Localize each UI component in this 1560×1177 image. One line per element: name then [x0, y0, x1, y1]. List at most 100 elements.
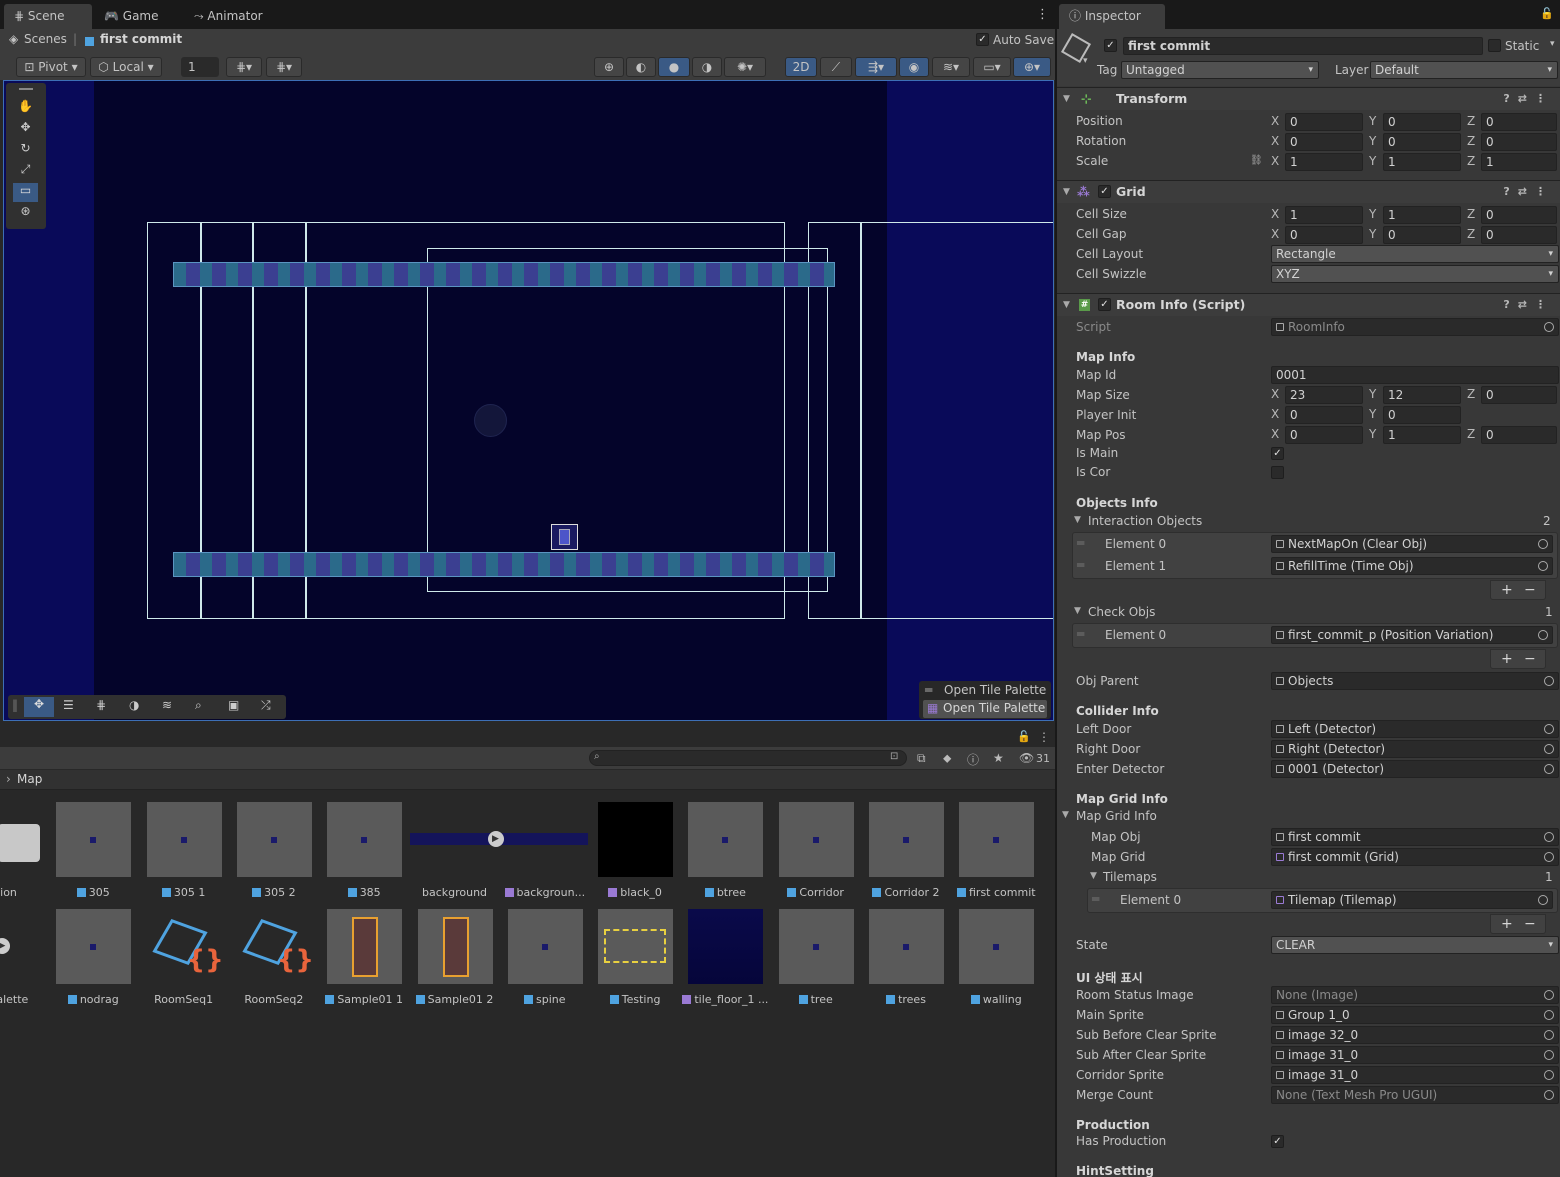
player-spawn-marker[interactable]: [474, 404, 507, 437]
room-info-header[interactable]: ▼ # ✓ Room Info (Script) ?⇄⋮: [1057, 293, 1560, 316]
object-picker-icon[interactable]: [1544, 1070, 1554, 1080]
foldout-arrow-icon[interactable]: ▼: [1090, 871, 1097, 881]
asset-item[interactable]: tile_floor_1 ...: [680, 909, 770, 1009]
object-picker-icon[interactable]: [1544, 1090, 1554, 1100]
lighting-icon[interactable]: ◑: [129, 698, 139, 712]
asset-item[interactable]: 305 2: [229, 802, 319, 902]
object-name-field[interactable]: first commit: [1123, 37, 1483, 55]
cell-size-y-field[interactable]: 1: [1383, 206, 1461, 224]
object-picker-icon[interactable]: [1544, 1050, 1554, 1060]
cell-gap-x-field[interactable]: 0: [1285, 226, 1363, 244]
cell-size-y-axis-label[interactable]: Y: [1369, 207, 1376, 221]
drag-handle-icon[interactable]: ═: [1077, 558, 1084, 572]
map-size-z-axis-label[interactable]: Z: [1467, 387, 1475, 401]
rotation-z-field[interactable]: 0: [1481, 133, 1557, 151]
object-picker-icon[interactable]: [1538, 895, 1548, 905]
asset-item[interactable]: Testing: [590, 909, 680, 1009]
object-picker-icon[interactable]: [1544, 1030, 1554, 1040]
object-picker-icon[interactable]: [1544, 1010, 1554, 1020]
component-menu-icons[interactable]: ?⇄⋮: [1503, 181, 1554, 203]
add-element-button[interactable]: +: [1501, 650, 1513, 668]
map-pos-z-axis-label[interactable]: Z: [1467, 427, 1475, 441]
map-size-x-axis-label[interactable]: X: [1271, 387, 1279, 401]
component-menu-icons[interactable]: ?⇄⋮: [1503, 294, 1554, 316]
map-pos-z-field[interactable]: 0: [1481, 426, 1557, 444]
search-overlay-icon[interactable]: ⌕: [195, 698, 202, 713]
tilemaps-element-0-field[interactable]: Tilemap (Tilemap): [1271, 891, 1553, 909]
scene-viewport[interactable]: ✋ ✥ ↻ ⤢ ▭ ⊛ ‖ ✥ ☰ ⋕ ◑ ≋ ⌕ ▣ ⤮ ═ Open Til…: [3, 80, 1054, 721]
asset-item[interactable]: btree: [680, 802, 770, 902]
rotation-x-field[interactable]: 0: [1285, 133, 1363, 151]
asset-item[interactable]: {} RoomSeq2: [229, 909, 319, 1009]
unlit-icon[interactable]: ◑: [692, 57, 722, 77]
cell-gap-x-axis-label[interactable]: X: [1271, 227, 1279, 241]
scale-y-field[interactable]: 1: [1383, 153, 1461, 171]
lock-icon[interactable]: 🔓: [1017, 730, 1031, 743]
player-init-x-axis-label[interactable]: X: [1271, 407, 1279, 421]
grid-enabled-checkbox[interactable]: ✓: [1098, 185, 1111, 198]
object-picker-icon[interactable]: [1544, 764, 1554, 774]
cell-gap-z-axis-label[interactable]: Z: [1467, 227, 1475, 241]
map-grid-info-foldout[interactable]: Map Grid Info: [1076, 809, 1157, 823]
map-pos-x-axis-label[interactable]: X: [1271, 427, 1279, 441]
hand-tool-icon[interactable]: ✋: [13, 99, 38, 118]
tag-dropdown[interactable]: Untagged ▾: [1121, 61, 1319, 79]
active-checkbox[interactable]: ✓: [1104, 39, 1117, 52]
static-checkbox[interactable]: [1488, 39, 1501, 52]
merge-count-field[interactable]: None (Text Mesh Pro UGUI): [1271, 1086, 1559, 1104]
add-element-button[interactable]: +: [1501, 915, 1513, 933]
palette-grip[interactable]: [19, 88, 33, 90]
cell-layout-dropdown[interactable]: Rectangle ▾: [1271, 245, 1559, 263]
grid-snap-input[interactable]: 1: [181, 57, 219, 77]
enter-detector-field[interactable]: 0001 (Detector): [1271, 760, 1559, 778]
room-info-enabled-checkbox[interactable]: ✓: [1098, 298, 1111, 311]
scale-x-axis-label[interactable]: X: [1271, 154, 1279, 168]
grid-visibility-icon[interactable]: ⋕▾: [266, 57, 302, 77]
tilemaps-label[interactable]: Tilemaps: [1103, 870, 1157, 884]
map-pos-x-field[interactable]: 0: [1285, 426, 1363, 444]
position-y-axis-label[interactable]: Y: [1369, 114, 1376, 128]
asset-item[interactable]: 385: [319, 802, 409, 902]
left-door-field[interactable]: Left (Detector): [1271, 720, 1559, 738]
shaded-icon[interactable]: ●: [658, 57, 690, 77]
cell-gap-y-axis-label[interactable]: Y: [1369, 227, 1376, 241]
asset-item[interactable]: spine: [500, 909, 590, 1009]
scale-x-field[interactable]: 1: [1285, 153, 1363, 171]
check-objs-label[interactable]: Check Objs: [1088, 605, 1155, 619]
layers-icon[interactable]: ≋▾: [932, 57, 970, 77]
object-picker-icon[interactable]: [1544, 990, 1554, 1000]
component-menu-icons[interactable]: ?⇄⋮: [1503, 88, 1554, 110]
visibility-eye-icon[interactable]: ◉: [899, 57, 929, 77]
camera-overlay-icon[interactable]: ▣: [228, 698, 239, 712]
object-picker-icon[interactable]: [1538, 539, 1548, 549]
asset-item[interactable]: Corridor: [771, 802, 861, 902]
add-element-button[interactable]: +: [1501, 581, 1513, 599]
rotation-y-axis-label[interactable]: Y: [1369, 134, 1376, 148]
asset-item[interactable]: black_0: [590, 802, 680, 902]
foldout-arrow-icon[interactable]: ▼: [1062, 810, 1069, 820]
cell-size-x-axis-label[interactable]: X: [1271, 207, 1279, 221]
map-obj-field[interactable]: first commit: [1271, 828, 1559, 846]
scale-y-axis-label[interactable]: Y: [1369, 154, 1376, 168]
object-picker-icon[interactable]: [1544, 832, 1554, 842]
cell-gap-y-field[interactable]: 0: [1383, 226, 1461, 244]
pivot-dropdown[interactable]: ⊡ Pivot ▾: [16, 57, 86, 77]
scale-z-field[interactable]: 1: [1481, 153, 1557, 171]
map-pos-y-field[interactable]: 1: [1383, 426, 1461, 444]
transform-tool-icon[interactable]: ⊛: [13, 204, 38, 223]
drag-handle-icon[interactable]: ═: [1077, 627, 1084, 641]
2d-toggle[interactable]: 2D: [785, 57, 817, 77]
remove-element-button[interactable]: −: [1524, 650, 1536, 668]
shaded-wire-icon[interactable]: ◐: [626, 57, 656, 77]
tab-scene[interactable]: ⋕ Scene: [4, 4, 92, 29]
main-sprite-field[interactable]: Group 1_0: [1271, 1006, 1559, 1024]
layers-overlay-icon[interactable]: ≋: [162, 698, 172, 712]
breadcrumb-map[interactable]: Map: [17, 772, 42, 786]
remove-element-button[interactable]: −: [1524, 581, 1536, 599]
check-count[interactable]: 1: [1545, 605, 1553, 619]
cell-gap-z-field[interactable]: 0: [1481, 226, 1557, 244]
hidden-packages-icon[interactable]: 👁: [1019, 751, 1034, 765]
overlay-grip[interactable]: ═: [925, 683, 932, 697]
static-dropdown-icon[interactable]: ▾: [1550, 39, 1555, 49]
camera-icon[interactable]: ▭▾: [973, 57, 1011, 77]
